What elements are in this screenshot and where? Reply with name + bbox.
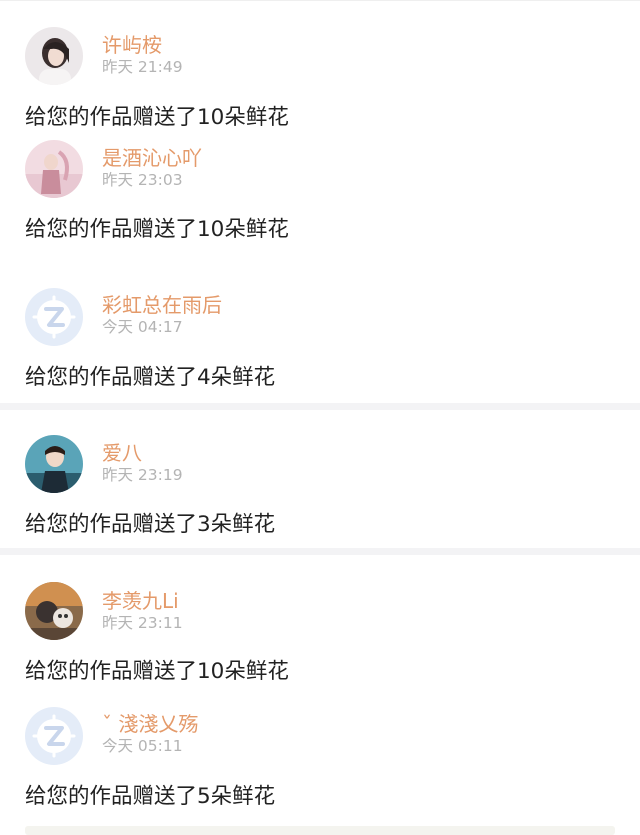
default-avatar[interactable] — [25, 707, 83, 765]
user-avatar[interactable] — [25, 582, 83, 640]
user-avatar[interactable] — [25, 27, 83, 85]
username[interactable]: 是酒沁心吖 — [102, 148, 202, 168]
timestamp: 今天 04:17 — [102, 318, 183, 336]
username[interactable]: 许屿桉 — [102, 35, 162, 55]
gift-message: 给您的作品赠送了5朵鲜花 — [25, 784, 276, 809]
timestamp: 昨天 21:49 — [102, 58, 183, 76]
username[interactable]: ˇ 淺淺乂殇 — [102, 714, 198, 734]
timestamp: 今天 05:11 — [102, 737, 183, 755]
gift-message: 给您的作品赠送了3朵鲜花 — [25, 512, 276, 537]
gift-message: 给您的作品赠送了10朵鲜花 — [25, 217, 289, 242]
default-z-avatar-icon — [25, 707, 83, 765]
next-item-preview — [25, 826, 615, 835]
section-divider — [0, 548, 640, 555]
default-avatar[interactable] — [25, 288, 83, 346]
username[interactable]: 彩虹总在雨后 — [102, 295, 222, 315]
gift-message: 给您的作品赠送了10朵鲜花 — [25, 659, 289, 684]
timestamp: 昨天 23:11 — [102, 614, 183, 632]
username[interactable]: 李羡九Li — [102, 591, 179, 611]
section-divider — [0, 403, 640, 410]
gift-message: 给您的作品赠送了4朵鲜花 — [25, 365, 276, 390]
username[interactable]: 爱八 — [102, 443, 142, 463]
timestamp: 昨天 23:19 — [102, 466, 183, 484]
default-z-avatar-icon — [25, 288, 83, 346]
user-avatar[interactable] — [25, 435, 83, 493]
top-border — [0, 0, 640, 1]
gift-message: 给您的作品赠送了10朵鲜花 — [25, 105, 289, 130]
timestamp: 昨天 23:03 — [102, 171, 183, 189]
user-avatar[interactable] — [25, 140, 83, 198]
